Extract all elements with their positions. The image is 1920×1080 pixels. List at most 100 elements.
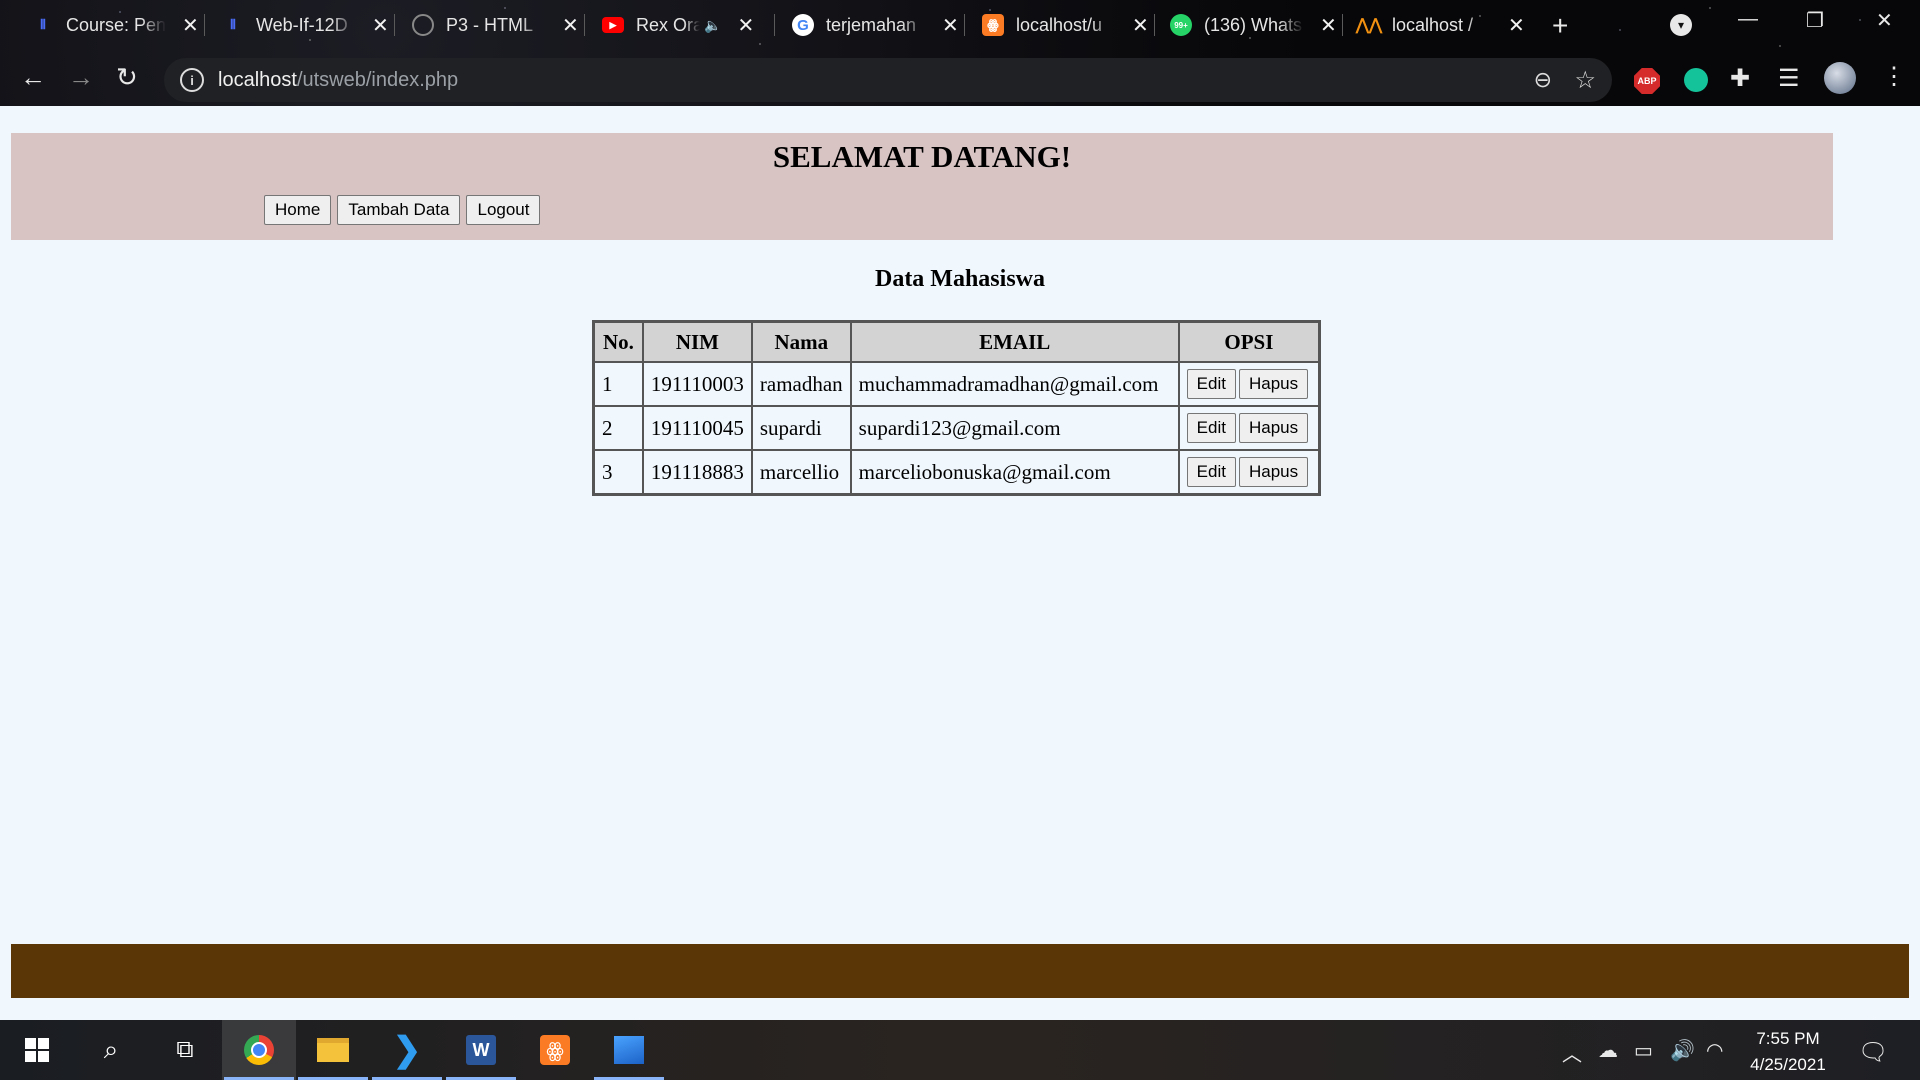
phpmyadmin-icon: ⋀⋀ xyxy=(1355,17,1383,34)
info-icon[interactable]: i xyxy=(180,68,204,92)
close-icon[interactable]: ✕ xyxy=(562,13,579,38)
new-tab-icon[interactable]: + xyxy=(1552,10,1568,42)
bookmark-star-icon[interactable]: ☆ xyxy=(1574,66,1596,95)
cell-email: marceliobonuska@gmail.com xyxy=(850,450,1179,494)
search-icon[interactable]: ⌕ xyxy=(74,1020,148,1080)
chrome-icon xyxy=(244,1035,274,1065)
taskbar-vscode[interactable]: ❯ xyxy=(370,1020,444,1080)
close-icon[interactable]: ✕ xyxy=(182,13,199,38)
delete-button[interactable]: Hapus xyxy=(1238,413,1309,443)
table-header-row: No. NIM Nama EMAIL OPSI xyxy=(594,322,1320,362)
cell-email: muchammadramadhan@gmail.com xyxy=(850,362,1179,406)
window-close-icon[interactable]: ✕ xyxy=(1876,8,1893,33)
tab-separator xyxy=(584,14,585,36)
adblock-plus-icon[interactable]: ABP xyxy=(1634,68,1660,94)
cell-email: supardi123@gmail.com xyxy=(850,406,1179,450)
close-icon[interactable]: ✕ xyxy=(942,13,959,38)
edit-button[interactable]: Edit xyxy=(1186,457,1236,487)
page-title: SELAMAT DATANG! xyxy=(772,139,1072,174)
home-button[interactable]: Home xyxy=(264,195,332,225)
back-icon[interactable]: ← xyxy=(20,62,46,93)
xampp-icon: ꙮ xyxy=(982,14,1004,36)
wifi-icon[interactable]: ◠ xyxy=(1706,1038,1723,1063)
notification-center-icon[interactable]: 🗨 xyxy=(1858,1038,1888,1067)
reload-icon[interactable]: ↻ xyxy=(116,62,138,93)
close-icon[interactable]: ✕ xyxy=(372,13,389,38)
table-row: 3 191118883 marcellio marceliobonuska@gm… xyxy=(594,450,1320,494)
profile-avatar[interactable] xyxy=(1824,62,1856,94)
logout-button[interactable]: Logout xyxy=(466,195,541,225)
tab-phpmyadmin[interactable]: ⋀⋀ localhost / ✕ xyxy=(1355,8,1525,42)
tab-web-if[interactable]: ⫴ Web-If-12D ✕ xyxy=(222,8,389,42)
tab-title: Rex Ora xyxy=(636,14,700,35)
system-clock[interactable]: 7:55 PM 4/25/2021 xyxy=(1728,1026,1848,1078)
edit-button[interactable]: Edit xyxy=(1186,413,1236,443)
add-data-button[interactable]: Tambah Data xyxy=(337,195,461,225)
taskbar-word[interactable]: W xyxy=(444,1020,518,1080)
tab-separator xyxy=(204,14,205,36)
address-bar[interactable]: i localhost/utsweb/index.php ⊖ ☆ xyxy=(164,58,1612,102)
volume-icon[interactable]: 🔊 xyxy=(1670,1038,1695,1063)
tab-localhost-active[interactable]: ꙮ localhost/u ✕ xyxy=(982,8,1149,42)
forward-icon[interactable]: → xyxy=(68,62,94,93)
column-header-nim: NIM xyxy=(642,322,752,362)
column-header-email: EMAIL xyxy=(850,322,1179,362)
cell-nama: ramadhan xyxy=(751,362,851,406)
edit-button[interactable]: Edit xyxy=(1186,369,1236,399)
web-page: SELAMAT DATANG! Home Tambah Data Logout … xyxy=(0,106,1920,1020)
onedrive-cloud-icon[interactable]: ☁ xyxy=(1598,1038,1618,1063)
grammarly-icon[interactable] xyxy=(1684,68,1708,92)
tab-p3-html[interactable]: P3 - HTML ✕ xyxy=(412,8,579,42)
task-view-icon[interactable]: ⧉ xyxy=(148,1020,222,1080)
page-footer xyxy=(11,944,1909,998)
restore-icon[interactable]: ❐ xyxy=(1806,8,1824,33)
windows-logo-icon xyxy=(25,1038,49,1062)
cell-nim: 191118883 xyxy=(642,450,752,494)
speaker-icon[interactable]: 🔈 xyxy=(704,17,721,34)
zoom-icon[interactable]: ⊖ xyxy=(1534,67,1552,93)
show-hidden-icons-icon[interactable]: ︿ xyxy=(1562,1038,1582,1067)
media-queue-icon[interactable]: ☰ xyxy=(1778,64,1800,93)
taskbar-xampp[interactable]: ꙮ xyxy=(518,1020,592,1080)
folder-icon xyxy=(317,1038,349,1062)
tab-title: terjemahan xyxy=(826,14,917,35)
tab-title: Course: Pen xyxy=(66,14,166,35)
taskbar-file-explorer[interactable] xyxy=(296,1020,370,1080)
delete-button[interactable]: Hapus xyxy=(1238,369,1309,399)
tab-separator xyxy=(774,14,775,36)
delete-button[interactable]: Hapus xyxy=(1238,457,1309,487)
youtube-icon: ▶ xyxy=(602,17,624,33)
tab-course[interactable]: ⫴ Course: Pen ✕ xyxy=(32,8,199,42)
tab-whatsapp[interactable]: 99+ (136) Whats ✕ xyxy=(1170,8,1337,42)
taskbar-chrome[interactable] xyxy=(222,1020,296,1080)
vscode-icon: ❯ xyxy=(392,1031,422,1069)
clock-date: 4/25/2021 xyxy=(1750,1055,1826,1074)
close-icon[interactable]: ✕ xyxy=(1320,13,1337,38)
start-button[interactable] xyxy=(0,1020,74,1080)
word-icon: W xyxy=(466,1035,496,1065)
globe-icon xyxy=(412,14,434,36)
tab-title: localhost / xyxy=(1392,14,1474,35)
table-title: Data Mahasiswa xyxy=(874,266,1045,292)
tab-title: P3 - HTML xyxy=(446,14,534,35)
url-path: /utsweb/index.php xyxy=(296,68,459,91)
moodle-icon: ⫴ xyxy=(40,17,46,32)
battery-icon[interactable]: ▭ xyxy=(1634,1038,1653,1063)
extensions-puzzle-icon[interactable]: ✚ xyxy=(1730,64,1750,93)
menu-kebab-icon[interactable]: ⋮ xyxy=(1882,62,1906,91)
tab-google[interactable]: G terjemahan ✕ xyxy=(792,8,959,42)
whatsapp-icon: 99+ xyxy=(1170,14,1192,36)
cell-nama: marcellio xyxy=(751,450,851,494)
tab-separator xyxy=(394,14,395,36)
tab-title: localhost/u xyxy=(1016,14,1103,35)
close-icon[interactable]: ✕ xyxy=(1132,13,1149,38)
student-table: No. NIM Nama EMAIL OPSI 1 191110003 rama… xyxy=(592,320,1322,496)
tab-strip: ⫴ Course: Pen ✕ ⫴ Web-If-12D ✕ P3 - HTML… xyxy=(0,0,1920,50)
close-icon[interactable]: ✕ xyxy=(1508,13,1525,38)
tab-search-icon[interactable]: ▾ xyxy=(1670,14,1692,36)
close-icon[interactable]: ✕ xyxy=(737,13,754,38)
taskbar-photos[interactable] xyxy=(592,1020,666,1080)
minimize-icon[interactable]: — xyxy=(1738,8,1758,31)
tab-separator xyxy=(1154,14,1155,36)
tab-youtube[interactable]: ▶ Rex Ora 🔈 ✕ xyxy=(602,8,754,42)
